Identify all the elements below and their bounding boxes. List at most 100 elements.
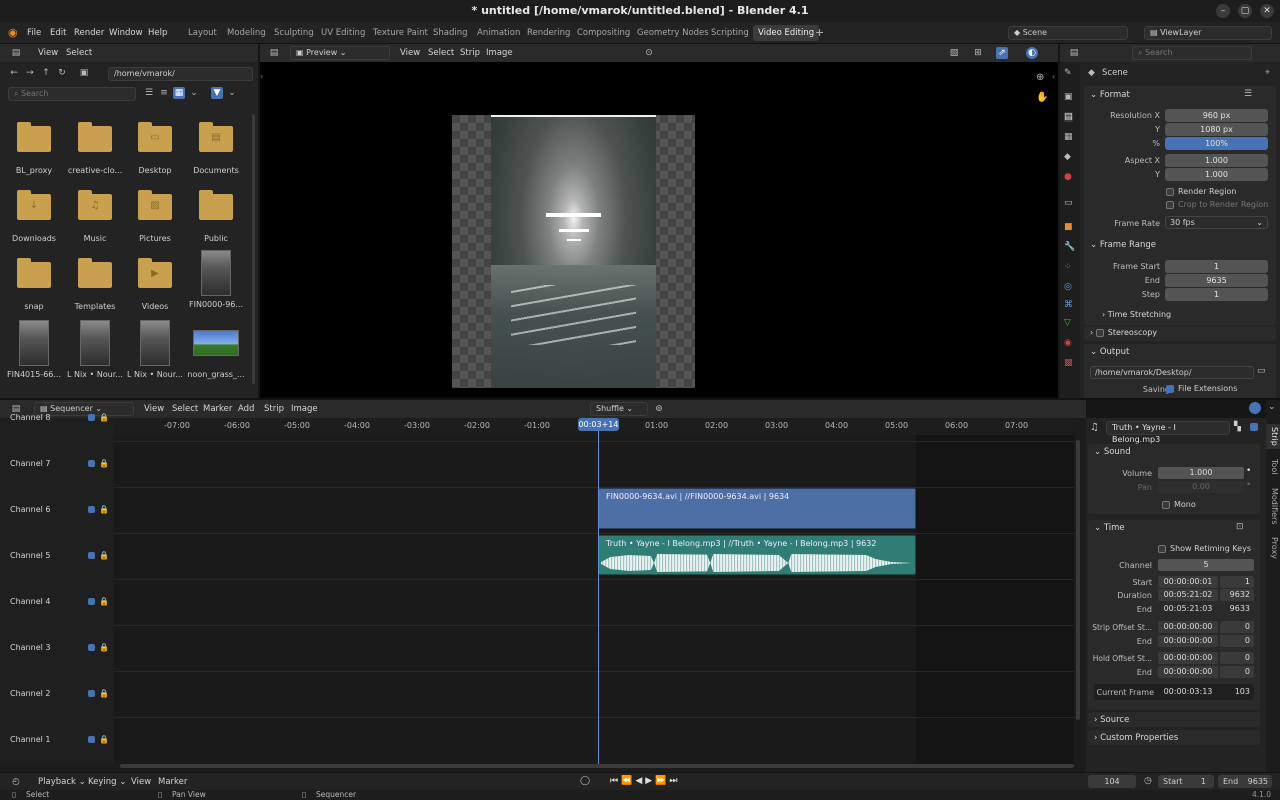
clock-icon[interactable]: ◷ [1144, 776, 1152, 786]
file-item-fin4015[interactable]: FIN4015-66... [4, 320, 64, 379]
menu-edit[interactable]: Edit [50, 28, 66, 38]
time-header[interactable]: ⌄ Time [1094, 523, 1125, 533]
aspect-x-field[interactable]: 1.000 [1165, 154, 1268, 167]
editor-type-icon[interactable]: ▤ [1068, 47, 1080, 59]
play-reverse-icon[interactable]: ◀ [635, 776, 642, 786]
audio-strip[interactable]: Truth • Yayne - I Belong.mp3 | //Truth •… [598, 535, 916, 575]
seq-menu-marker[interactable]: Marker [203, 404, 232, 414]
channel-mute-checkbox[interactable]: 🔒 [88, 459, 109, 468]
jump-start-icon[interactable]: ⏮ [610, 776, 618, 786]
menu-render[interactable]: Render [74, 28, 104, 38]
minimize-icon[interactable]: – [1216, 4, 1230, 18]
keyframe-icon[interactable]: • [1246, 480, 1251, 490]
world-tab-icon[interactable]: ● [1064, 172, 1072, 182]
timeline-marker-menu[interactable]: Marker [158, 777, 187, 787]
crop-region-checkbox[interactable]: Crop to Render Region [1166, 200, 1268, 209]
pivot-icon[interactable]: ⊙ [643, 47, 655, 59]
particles-tab-icon[interactable]: ⁘ [1064, 262, 1072, 272]
new-folder-icon[interactable]: ▣ [78, 67, 90, 79]
object-tab-icon[interactable]: ■ [1064, 222, 1073, 232]
file-item-lnix-1[interactable]: L Nix • Nour... [65, 320, 125, 379]
channel-mute-checkbox[interactable]: 🔒 [88, 735, 109, 744]
seq-menu-add[interactable]: Add [238, 404, 254, 414]
gizmo-icon[interactable]: ⊞ [972, 47, 984, 59]
offset-end-tc-field[interactable]: 00:00:00:00 [1158, 635, 1218, 647]
preview-menu-strip[interactable]: Strip [460, 48, 480, 58]
show-retiming-checkbox[interactable]: Show Retiming Keys [1158, 544, 1251, 553]
tab-strip[interactable]: Strip [1266, 424, 1280, 449]
preview-menu-view[interactable]: View [400, 48, 420, 58]
menu-file[interactable]: File [27, 28, 41, 38]
tab-shading[interactable]: Shading [433, 28, 468, 38]
preview-menu-image[interactable]: Image [486, 48, 513, 58]
time-stretching-header[interactable]: › Time Stretching [1102, 310, 1171, 319]
scene-tab-icon[interactable]: ◆ [1064, 152, 1071, 162]
add-workspace-icon[interactable]: + [815, 26, 824, 39]
horizontal-scrollbar[interactable] [120, 764, 1074, 768]
framerate-dropdown[interactable]: 30 fps ⌄ [1165, 216, 1268, 229]
file-item-pictures[interactable]: ▨ Pictures [125, 190, 185, 243]
file-item-lnix-2[interactable]: L Nix • Nour... [125, 320, 185, 379]
prev-keyframe-icon[interactable]: ⏪ [621, 776, 632, 786]
properties-search-input[interactable]: ⌕ Search [1132, 46, 1252, 60]
data-tab-icon[interactable]: ▽ [1064, 318, 1071, 328]
pin-icon[interactable]: ⌖ [1265, 68, 1270, 78]
vertical-scrollbar[interactable] [1076, 440, 1080, 720]
menu-help[interactable]: Help [148, 28, 167, 38]
overlay-toggle-icon[interactable] [1249, 402, 1261, 414]
timeline-view-menu[interactable]: View [131, 777, 151, 787]
hold-end-tc-field[interactable]: 00:00:00:00 [1158, 666, 1218, 678]
channel-label-1[interactable]: Channel 1 [10, 735, 50, 744]
stereoscopy-header[interactable]: › Stereoscopy [1090, 328, 1157, 337]
strip-enable-checkbox[interactable] [1250, 422, 1262, 432]
file-item-public[interactable]: Public [186, 190, 246, 243]
offset-end-frame-field[interactable]: 0 [1220, 635, 1254, 647]
file-item-documents[interactable]: ▤ Documents [186, 122, 246, 175]
tab-tool[interactable]: Tool [1266, 456, 1280, 478]
channel-mute-checkbox[interactable]: 🔒 [88, 689, 109, 698]
keying-menu[interactable]: Keying ⌄ [88, 777, 126, 787]
playback-menu[interactable]: Playback ⌄ [38, 777, 86, 787]
custom-properties-header[interactable]: › Custom Properties [1094, 733, 1178, 743]
file-item-desktop[interactable]: ▭ Desktop [125, 122, 185, 175]
hold-end-frame-field[interactable]: 0 [1220, 666, 1254, 678]
tab-geometry-nodes[interactable]: Geometry Nodes [637, 28, 709, 38]
channel-field[interactable]: 5 [1158, 559, 1254, 571]
channel-label-6[interactable]: Channel 6 [10, 505, 50, 514]
file-item-videos[interactable]: ▶ Videos [125, 258, 185, 311]
mono-checkbox[interactable]: Mono [1162, 500, 1196, 509]
offset-start-frame-field[interactable]: 0 [1220, 621, 1254, 633]
snap-icon[interactable]: ⇗ [996, 47, 1008, 59]
file-item-fin0000[interactable]: FIN0000-96... [186, 250, 246, 309]
parent-dir-icon[interactable]: ↑ [40, 67, 52, 79]
physics-tab-icon[interactable]: ◎ [1064, 282, 1072, 292]
file-item-creative[interactable]: creative-clo... [65, 122, 125, 175]
seq-menu-strip[interactable]: Strip [264, 404, 284, 414]
format-header[interactable]: ⌄ Format [1090, 90, 1130, 100]
forward-icon[interactable]: → [24, 67, 36, 79]
channel-label-3[interactable]: Channel 3 [10, 643, 50, 652]
res-pct-field[interactable]: 100% [1165, 137, 1268, 150]
tab-rendering[interactable]: Rendering [527, 28, 570, 38]
list-horizontal-icon[interactable]: ≡ [158, 87, 170, 99]
video-strip[interactable]: FIN0000-9634.avi | //FIN0000-9634.avi | … [598, 488, 916, 529]
tab-scripting[interactable]: Scripting [711, 28, 749, 38]
jump-end-icon[interactable]: ⏭ [669, 776, 677, 786]
volume-field[interactable]: 1.000 [1158, 467, 1244, 479]
tab-animation[interactable]: Animation [477, 28, 520, 38]
tab-layout[interactable]: Layout [188, 28, 217, 38]
filter-icon[interactable]: ▼ [211, 87, 223, 99]
editor-type-icon[interactable]: ▤ [268, 47, 280, 59]
channel-mute-checkbox[interactable]: 🔒 [88, 413, 109, 422]
hand-icon[interactable]: ✋ [1036, 92, 1048, 103]
start-tc-field[interactable]: 00:00:00:01 [1158, 576, 1218, 588]
frame-end-field[interactable]: 9635 [1165, 274, 1268, 287]
maximize-icon[interactable]: ▢ [1238, 4, 1252, 18]
refresh-icon[interactable]: ↻ [56, 67, 68, 79]
view-type-dropdown[interactable]: ▣ Preview ⌄ [290, 46, 390, 60]
preview-menu-select[interactable]: Select [428, 48, 454, 58]
color-tag-icon[interactable]: ▚ [1234, 422, 1241, 432]
presets-icon[interactable]: ☰ [1244, 89, 1252, 99]
play-icon[interactable]: ▶ [645, 776, 652, 786]
render-tab-icon[interactable]: ▣ [1064, 92, 1073, 102]
